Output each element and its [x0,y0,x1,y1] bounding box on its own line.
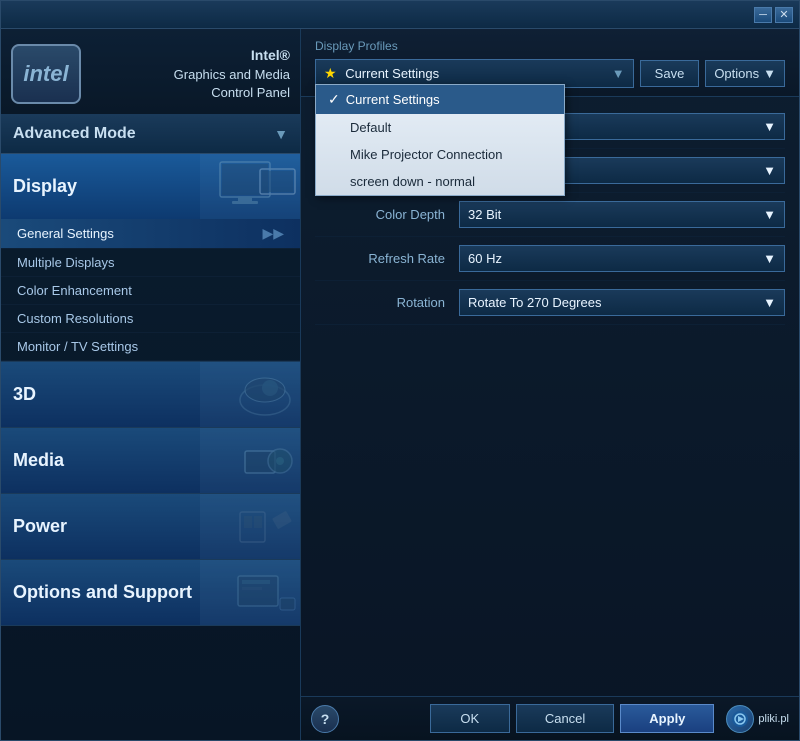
monitor-icon [210,157,300,217]
minimize-button[interactable]: ─ [754,7,772,23]
pliki-circle-icon [726,705,754,733]
nav-section-title-display: Display [13,176,77,197]
display-dropdown-arrow: ▼ [763,119,776,134]
profile-star: ★ [324,65,337,81]
pliki-text: pliki.pl [758,713,789,725]
nav-section-3d: 3D [1,362,300,428]
3d-icon [230,370,300,420]
ok-button[interactable]: OK [430,704,510,733]
advanced-mode-arrow: ▼ [274,126,288,142]
profile-dropdown-arrow: ▼ [612,66,625,81]
nav-section-title-options: Options and Support [13,582,192,603]
color-depth-setting-row: Color Depth 32 Bit ▼ [315,193,785,237]
refresh-rate-dropdown[interactable]: 60 Hz ▼ [459,245,785,272]
close-button[interactable]: ✕ [775,7,793,23]
save-button[interactable]: Save [640,60,700,87]
rotation-setting-row: Rotation Rotate To 270 Degrees ▼ [315,281,785,325]
subnav-monitor-tv[interactable]: Monitor / TV Settings [1,333,300,361]
nav-section-title-media: Media [13,450,64,471]
nav-section-media: Media [1,428,300,494]
refresh-rate-value: 60 Hz [468,251,502,266]
checkmark-icon: ✓ [328,91,340,108]
right-panel: Display Profiles ★ Current Settings ▼ Sa… [301,29,799,740]
pliki-icon-svg [731,710,749,728]
profile-current-value: Current Settings [345,66,439,81]
nav-section-header-options[interactable]: Options and Support [1,560,300,625]
options-button[interactable]: Options ▼ [705,60,785,87]
main-window: ─ ✕ intel Intel® Graphics and Media Cont… [0,0,800,741]
sidebar: intel Intel® Graphics and Media Control … [1,29,301,740]
subnav-custom-resolutions[interactable]: Custom Resolutions [1,305,300,333]
color-depth-value: 32 Bit [468,207,501,222]
logo-title: Intel® Graphics and Media Control Panel [91,46,290,102]
options-icon [230,568,300,618]
display-section-icon [200,154,300,219]
rotation-value: Rotate To 270 Degrees [468,295,601,310]
rotation-label: Rotation [315,295,445,310]
intel-logo-text: intel [23,61,68,87]
media-section-icon [200,428,300,493]
pliki-logo: pliki.pl [726,705,789,733]
options-arrow-icon: ▼ [763,66,776,81]
power-icon [230,502,300,552]
rotation-dropdown[interactable]: Rotate To 270 Degrees ▼ [459,289,785,316]
nav-section-power: Power [1,494,300,560]
power-section-icon [200,494,300,559]
apply-button[interactable]: Apply [620,704,714,733]
display-profiles-label: Display Profiles [315,39,785,53]
main-content: intel Intel® Graphics and Media Control … [1,29,799,740]
bottom-bar: ? OK Cancel Apply pliki.pl [301,696,799,740]
color-depth-dropdown-arrow: ▼ [763,207,776,222]
advanced-mode-label: Advanced Mode [13,125,136,143]
nav-section-title-3d: 3D [13,384,36,405]
logo-area: intel Intel® Graphics and Media Control … [1,29,300,115]
panel-content: Display Profiles ★ Current Settings ▼ Sa… [301,29,799,696]
cancel-button[interactable]: Cancel [516,704,614,733]
advanced-mode-bar[interactable]: Advanced Mode ▼ [1,115,300,154]
refresh-rate-label: Refresh Rate [315,251,445,266]
help-button[interactable]: ? [311,705,339,733]
nav-section-options: Options and Support [1,560,300,626]
dropdown-item-default[interactable]: Default [316,114,564,141]
dropdown-item-screen-down[interactable]: screen down - normal [316,168,564,195]
nav-section-title-power: Power [13,516,67,537]
media-icon [230,436,300,486]
nav-section-header-display[interactable]: Display [1,154,300,219]
display-profiles-section: Display Profiles ★ Current Settings ▼ Sa… [301,29,799,97]
subnav-general-settings[interactable]: General Settings ▶▶ [1,219,300,249]
subnav-color-enhancement[interactable]: Color Enhancement [1,277,300,305]
options-section-icon [200,560,300,625]
refresh-rate-setting-row: Refresh Rate 60 Hz ▼ [315,237,785,281]
profile-dropdown-menu: ✓ Current Settings Default Mike Projecto… [315,84,565,196]
subnav-arrow: ▶▶ [262,225,284,242]
color-depth-label: Color Depth [315,207,445,222]
nav-section-header-media[interactable]: Media [1,428,300,493]
resolution-dropdown-arrow: ▼ [763,163,776,178]
rotation-dropdown-arrow: ▼ [763,295,776,310]
titlebar: ─ ✕ [1,1,799,29]
color-depth-dropdown[interactable]: 32 Bit ▼ [459,201,785,228]
3d-section-icon [200,362,300,427]
intel-logo: intel [11,44,81,104]
dropdown-item-current[interactable]: ✓ Current Settings [316,85,564,114]
nav-section-header-3d[interactable]: 3D [1,362,300,427]
dropdown-item-mike-projector[interactable]: Mike Projector Connection [316,141,564,168]
refresh-rate-dropdown-arrow: ▼ [763,251,776,266]
subnav-multiple-displays[interactable]: Multiple Displays [1,249,300,277]
nav-section-display: Display Gener [1,154,300,362]
nav-section-header-power[interactable]: Power [1,494,300,559]
